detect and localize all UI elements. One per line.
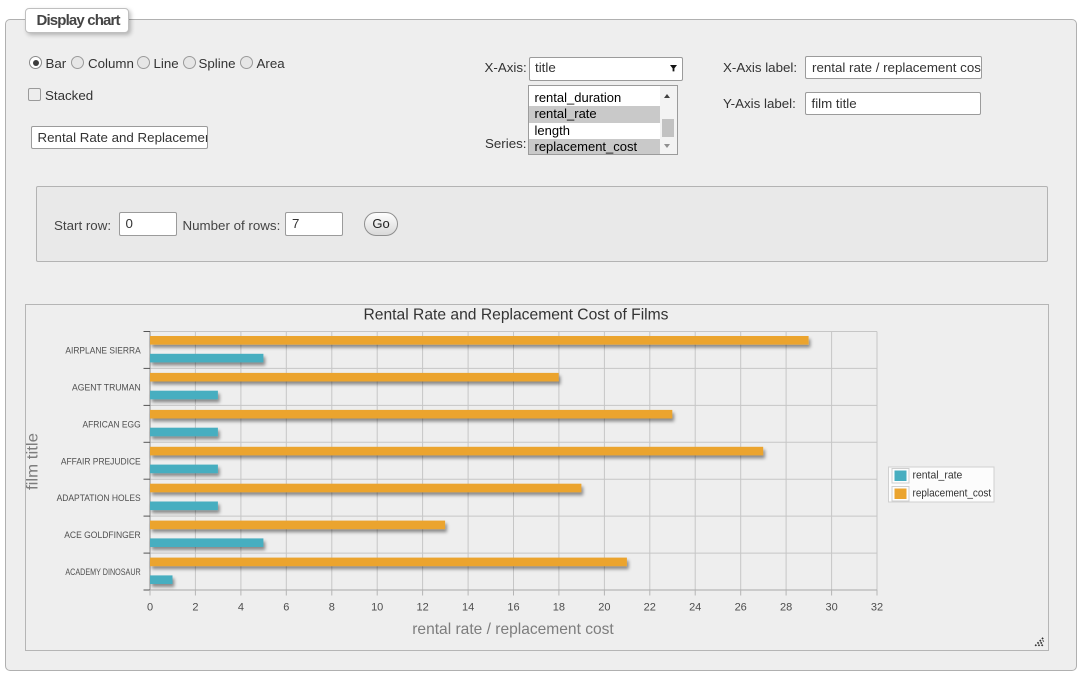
svg-text:14: 14	[462, 602, 474, 614]
svg-text:replacement_cost: replacement_cost	[913, 488, 992, 500]
svg-text:22: 22	[644, 602, 656, 614]
svg-text:30: 30	[825, 602, 837, 614]
svg-text:rental_rate: rental_rate	[913, 470, 963, 482]
svg-text:ACE GOLDFINGER: ACE GOLDFINGER	[64, 530, 141, 541]
svg-text:16: 16	[507, 602, 519, 614]
svg-text:0: 0	[147, 602, 153, 614]
svg-text:Rental Rate and Replacement Co: Rental Rate and Replacement Cost of Film…	[364, 307, 669, 324]
svg-text:film title: film title	[25, 433, 42, 490]
svg-text:AIRPLANE SIERRA: AIRPLANE SIERRA	[65, 346, 141, 357]
svg-text:2: 2	[192, 602, 198, 614]
svg-text:26: 26	[735, 602, 747, 614]
svg-text:20: 20	[598, 602, 610, 614]
svg-text:rental rate / replacement cost: rental rate / replacement cost	[412, 621, 614, 638]
svg-text:24: 24	[689, 602, 701, 614]
svg-text:8: 8	[329, 602, 335, 614]
svg-text:AFRICAN EGG: AFRICAN EGG	[83, 419, 141, 430]
svg-text:28: 28	[780, 602, 792, 614]
svg-text:ACADEMY DINOSAUR: ACADEMY DINOSAUR	[65, 567, 140, 578]
svg-text:12: 12	[416, 602, 428, 614]
svg-text:10: 10	[371, 602, 383, 614]
svg-text:AGENT TRUMAN: AGENT TRUMAN	[72, 382, 141, 393]
svg-text:18: 18	[553, 602, 565, 614]
svg-text:4: 4	[238, 602, 244, 614]
svg-text:32: 32	[871, 602, 883, 614]
svg-text:6: 6	[283, 602, 289, 614]
svg-text:AFFAIR PREJUDICE: AFFAIR PREJUDICE	[61, 456, 141, 467]
svg-text:ADAPTATION HOLES: ADAPTATION HOLES	[57, 493, 141, 504]
